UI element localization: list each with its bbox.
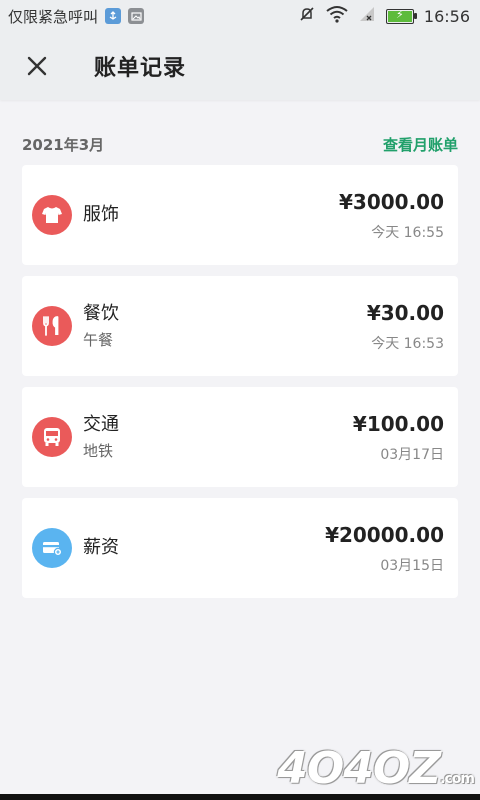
close-icon (27, 56, 47, 76)
wifi-icon (326, 5, 348, 27)
bill-record-card[interactable]: 薪资 ¥20000.00 03月15日 (22, 498, 458, 598)
category-label: 服饰 (83, 204, 119, 225)
site-watermark: 4O4OZ.com (277, 743, 475, 794)
record-info: 薪资 (83, 535, 325, 561)
battery-charging-icon: ⚡ (385, 8, 417, 24)
status-left: 仅限紧急呼叫 (8, 6, 145, 27)
bill-record-card[interactable]: 服饰 ¥3000.00 今天 16:55 (22, 165, 458, 265)
record-info: 服饰 (83, 202, 339, 228)
bottom-edge (0, 794, 480, 800)
amount-value: ¥20000.00 (325, 523, 444, 547)
month-header: 2021年3月 查看月账单 (22, 132, 458, 156)
category-label: 餐饮 (83, 303, 119, 324)
image-notification-icon (128, 8, 145, 24)
view-monthly-bill-link[interactable]: 查看月账单 (383, 134, 458, 155)
record-date: 今天 16:53 (371, 336, 444, 352)
amount-value: ¥30.00 (366, 301, 444, 325)
record-info: 餐饮 午餐 (83, 301, 367, 351)
record-amount-col: ¥100.00 03月17日 (353, 410, 444, 464)
bill-record-card[interactable]: 餐饮 午餐 ¥30.00 今天 16:53 (22, 276, 458, 376)
watermark-suffix: .com (440, 771, 475, 787)
category-label: 薪资 (83, 537, 119, 558)
salary-card-icon (32, 528, 72, 568)
record-date: 03月17日 (380, 447, 444, 463)
record-note: 地铁 (83, 442, 114, 460)
record-amount-col: ¥3000.00 今天 16:55 (339, 188, 444, 242)
record-date: 03月15日 (380, 558, 444, 574)
record-info: 交通 地铁 (83, 412, 353, 462)
record-note: 午餐 (83, 331, 114, 349)
amount-value: ¥3000.00 (338, 190, 444, 214)
bus-icon (32, 417, 72, 457)
close-button[interactable] (12, 41, 62, 91)
app-bar: 账单记录 (0, 32, 480, 100)
amount-value: ¥100.00 (352, 412, 444, 436)
carrier-text: 仅限紧急呼叫 (8, 7, 99, 26)
shirt-icon (32, 195, 72, 235)
page-title: 账单记录 (94, 56, 187, 81)
record-amount-col: ¥30.00 今天 16:53 (367, 299, 444, 353)
month-label: 2021年3月 (22, 135, 105, 154)
fork-knife-icon (32, 306, 72, 346)
clock: 16:56 (423, 6, 470, 26)
status-bar: 仅限紧急呼叫 ⚡ 16:56 (0, 0, 480, 32)
record-amount-col: ¥20000.00 03月15日 (325, 521, 444, 575)
usb-notification-icon (105, 8, 122, 24)
category-label: 交通 (83, 414, 119, 435)
mute-icon (298, 5, 316, 27)
record-date: 今天 16:55 (371, 225, 444, 241)
status-right: ⚡ 16:56 (298, 5, 470, 27)
watermark-text: 4O4OZ (277, 743, 441, 794)
signal-icon (358, 5, 376, 27)
bill-record-card[interactable]: 交通 地铁 ¥100.00 03月17日 (22, 387, 458, 487)
